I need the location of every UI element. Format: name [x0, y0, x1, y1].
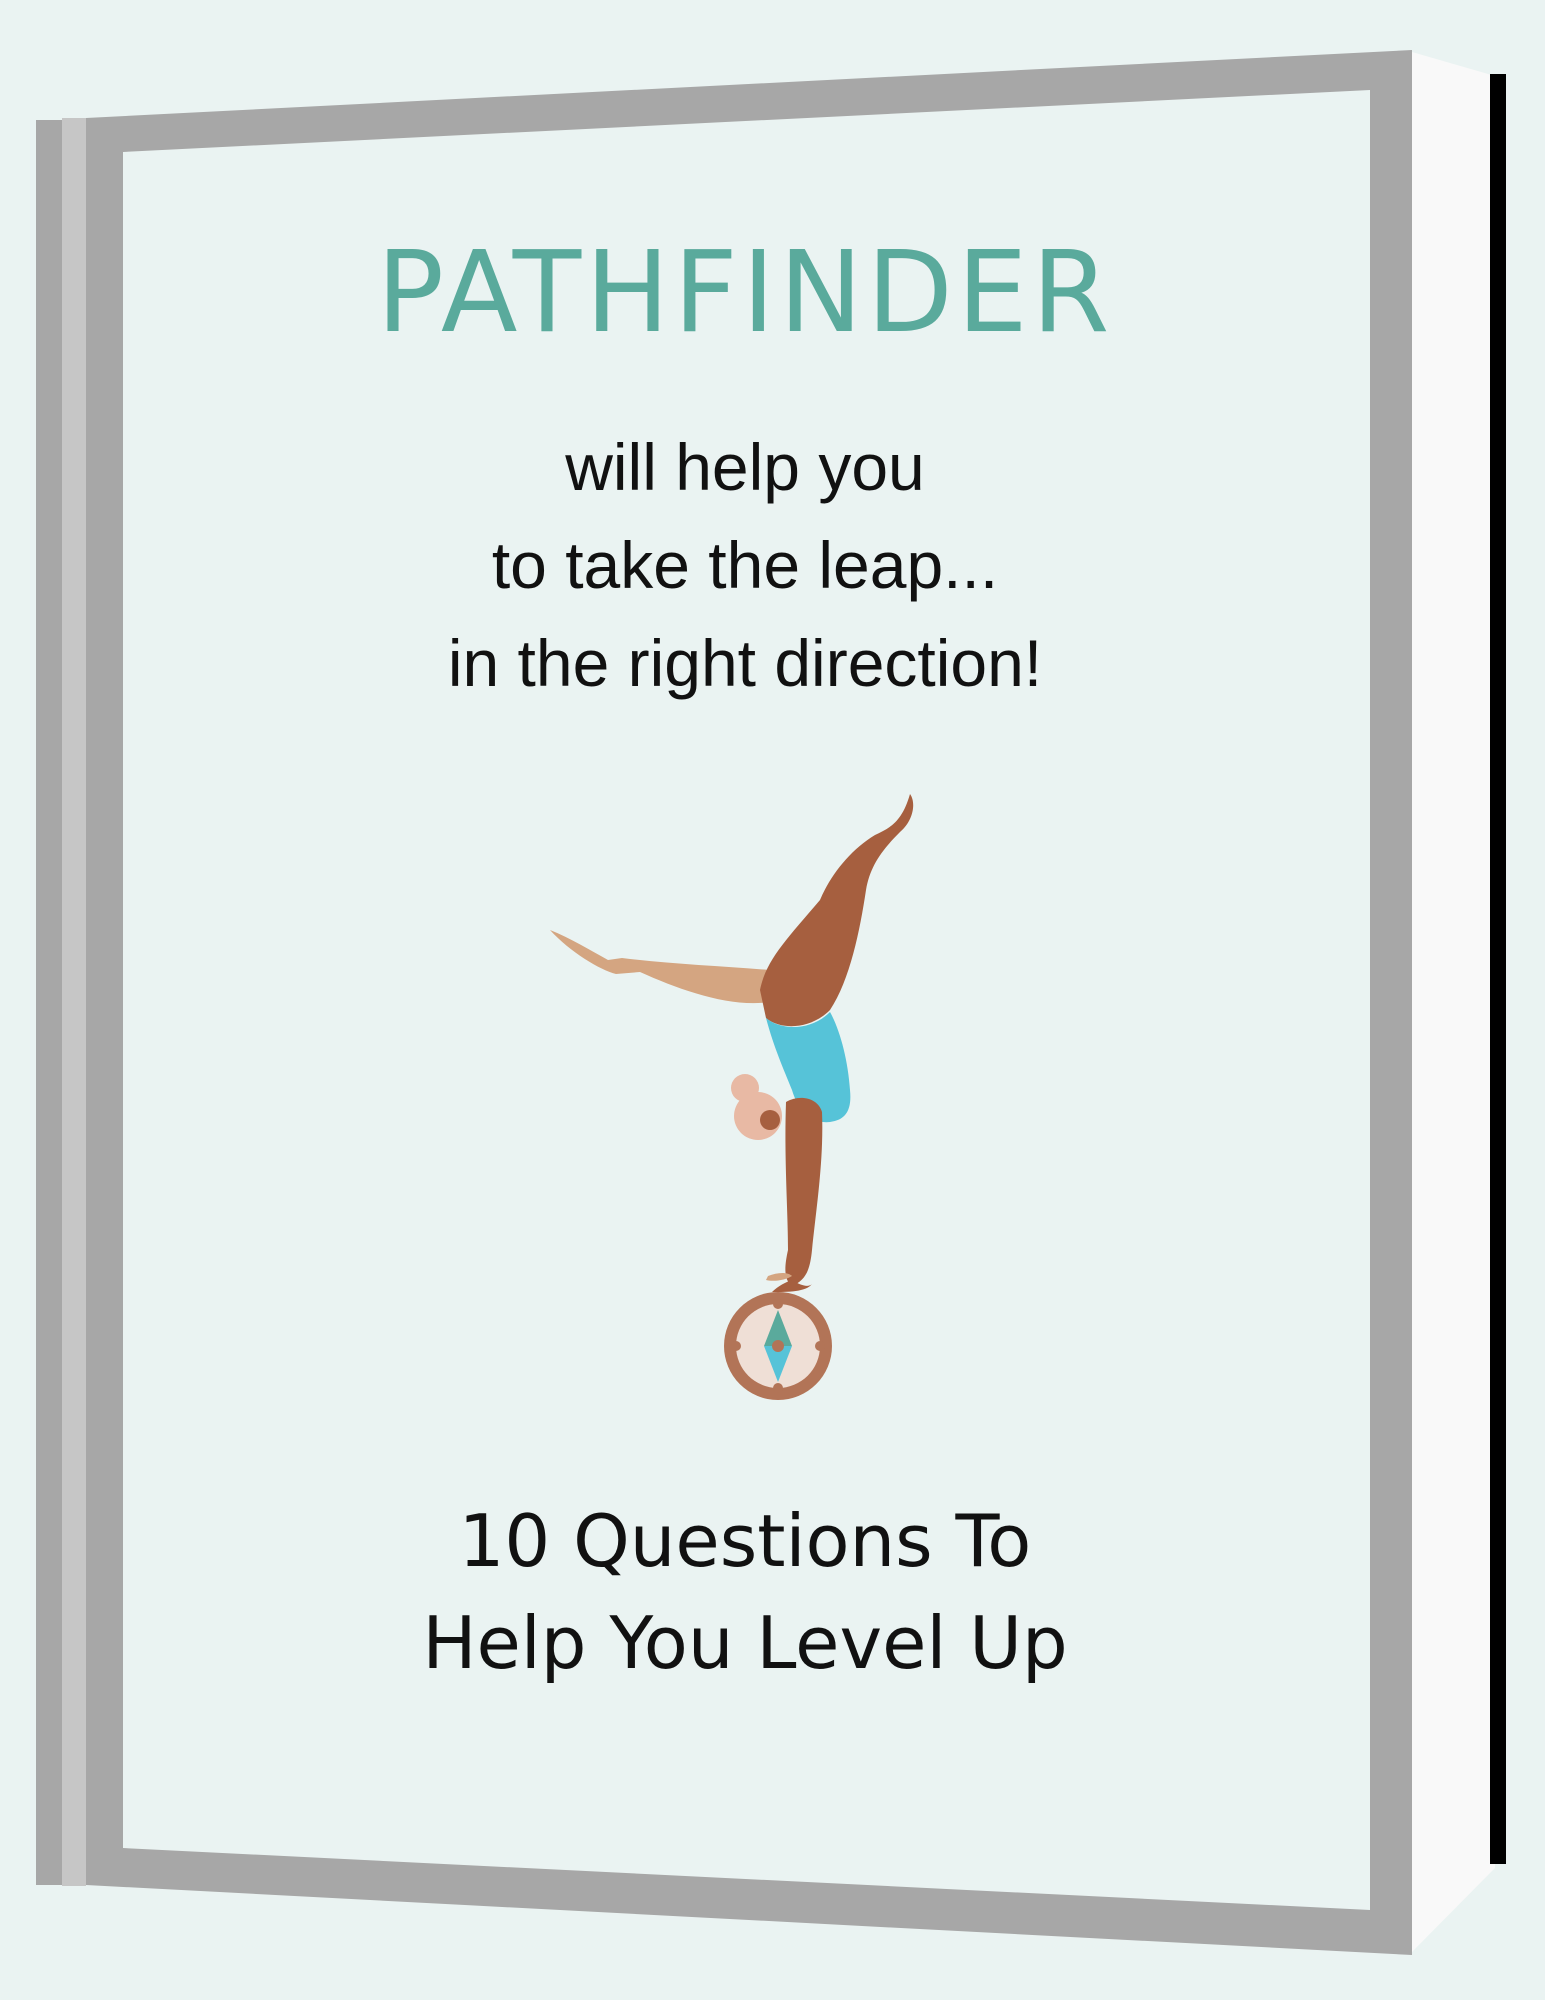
gymnast-face: [760, 1110, 780, 1130]
book-spine: [36, 120, 62, 1885]
book-subtitle: 10 Questions To Help You Level Up: [120, 1490, 1370, 1694]
gymnast-dark-leg: [760, 794, 914, 1027]
tagline-line: to take the leap...: [491, 528, 999, 602]
tagline-line: will help you: [565, 430, 925, 504]
gymnast-light-leg: [550, 930, 776, 1004]
gymnast-illustration: [550, 794, 914, 1400]
subtitle-line: Help You Level Up: [422, 1601, 1068, 1685]
compass-icon: [724, 1292, 832, 1400]
book-title: PATHFINDER: [376, 228, 1114, 358]
book-tagline: will help you to take the leap... in the…: [120, 418, 1370, 712]
subtitle-line: 10 Questions To: [458, 1499, 1032, 1583]
book-back-edge: [1490, 74, 1506, 1864]
book-pages: [1412, 52, 1495, 1952]
gymnast-hand: [772, 1280, 812, 1292]
tagline-line: in the right direction!: [447, 626, 1043, 700]
book-spine-highlight: [62, 118, 86, 1886]
gymnast-arm: [785, 1097, 823, 1286]
